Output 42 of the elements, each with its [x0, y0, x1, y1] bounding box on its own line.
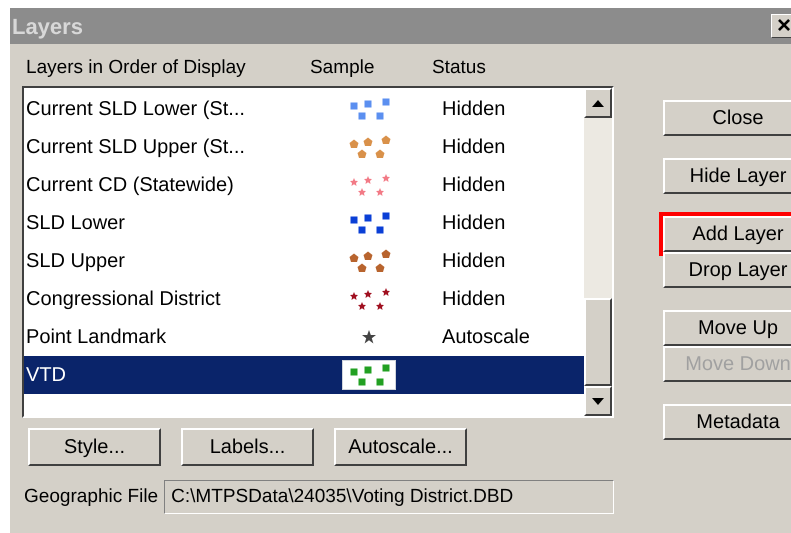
dialog-button[interactable]: Labels...: [181, 428, 314, 466]
layer-name: Current CD (Statewide): [25, 173, 235, 198]
layer-status: Hidden: [441, 249, 506, 274]
column-header: Sample: [310, 56, 376, 80]
layer-name: Congressional District: [25, 287, 222, 312]
layer-name: Point Landmark: [25, 325, 168, 350]
down-arrow-icon: [592, 398, 604, 404]
layer-name: SLD Lower: [25, 211, 126, 236]
window-title: Layers: [12, 12, 83, 41]
layer-name: SLD Upper: [25, 249, 126, 274]
dialog-button[interactable]: Close: [663, 100, 791, 136]
layer-name: Current SLD Upper (St...: [25, 135, 246, 160]
dialog-button[interactable]: Hide Layer: [663, 158, 791, 194]
layer-status: Hidden: [441, 287, 506, 312]
file-path-field[interactable]: C:\MTPSData\24035\Voting District.DBD: [164, 480, 614, 514]
dialog-button[interactable]: Drop Layer: [663, 252, 791, 288]
layer-name: Current SLD Lower (St...: [25, 97, 246, 122]
dialog-button[interactable]: Move Up: [663, 310, 791, 346]
layer-status: Hidden: [441, 135, 506, 160]
close-button[interactable]: ×: [771, 14, 791, 38]
dialog-button[interactable]: Metadata: [663, 404, 791, 440]
scrollbar[interactable]: [584, 88, 612, 416]
layer-row[interactable]: VTD: [24, 356, 584, 394]
layer-row[interactable]: Current SLD Upper (St... Hidden: [24, 128, 584, 166]
up-arrow-icon: [592, 100, 604, 106]
layer-row[interactable]: Point Landmark Autoscale: [24, 318, 584, 356]
column-header: Status: [432, 56, 486, 80]
layer-row[interactable]: Current CD (Statewide) Hidden: [24, 166, 584, 204]
column-header: Layers in Order of Display: [25, 56, 247, 80]
field-label: Geographic File: [23, 484, 158, 509]
layer-row[interactable]: SLD Upper Hidden: [24, 242, 584, 280]
layer-status: Hidden: [441, 211, 506, 236]
layer-status: Hidden: [441, 97, 506, 122]
layer-row[interactable]: Current SLD Lower (St... Hidden: [24, 90, 584, 128]
scrollbar-thumb[interactable]: [584, 298, 612, 386]
dialog-button[interactable]: Autoscale...: [334, 428, 467, 466]
dialog-button[interactable]: Style...: [28, 428, 161, 466]
layer-row[interactable]: SLD Lower Hidden: [24, 204, 584, 242]
layer-name: VTD: [25, 363, 67, 388]
layer-status: Autoscale: [441, 325, 530, 350]
layer-row[interactable]: Congressional District Hidden: [24, 280, 584, 318]
layer-status: Hidden: [441, 173, 506, 198]
